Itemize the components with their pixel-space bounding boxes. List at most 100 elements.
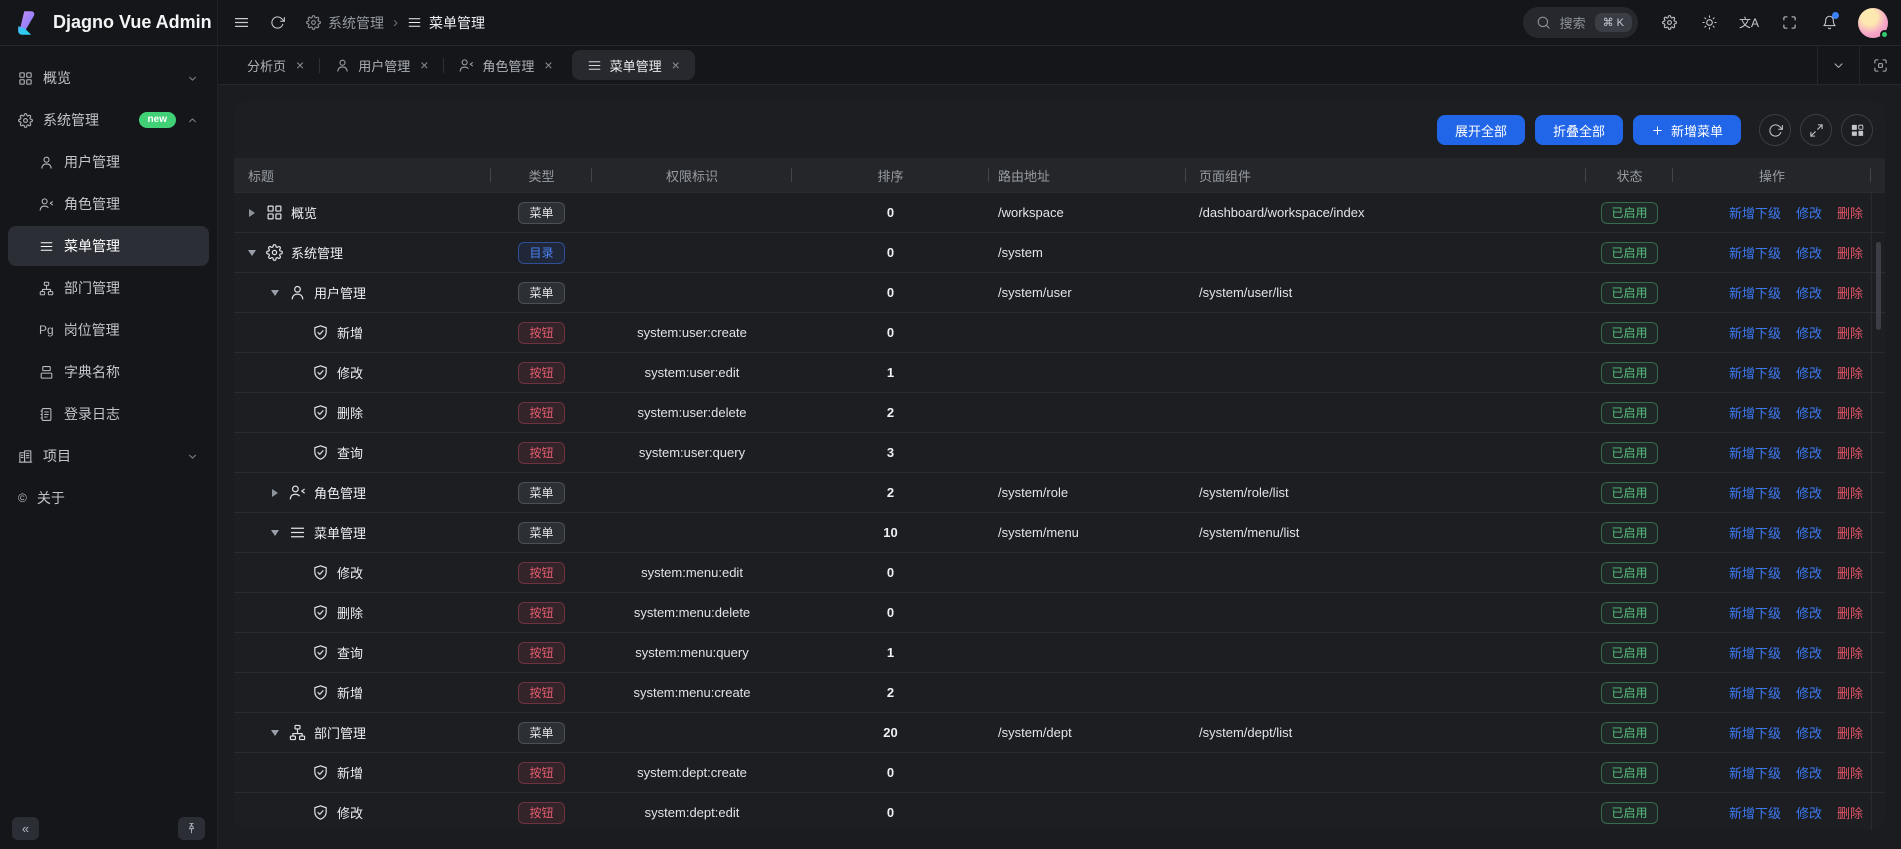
action-edit-link[interactable]: 修改 — [1796, 523, 1822, 542]
tree-caret-down-icon[interactable] — [246, 250, 258, 256]
page-refresh-button[interactable] — [260, 6, 294, 40]
action-delete-link[interactable]: 删除 — [1837, 283, 1863, 302]
action-edit-link[interactable]: 修改 — [1796, 323, 1822, 342]
action-delete-link[interactable]: 删除 — [1837, 483, 1863, 502]
fullscreen-table-button[interactable] — [1800, 114, 1832, 146]
action-delete-link[interactable]: 删除 — [1837, 763, 1863, 782]
tree-caret-down-icon[interactable] — [269, 530, 281, 536]
settings-button[interactable] — [1652, 6, 1686, 40]
action-add-child-link[interactable]: 新增下级 — [1729, 283, 1781, 302]
tab-list-dropdown-button[interactable] — [1817, 46, 1859, 84]
action-delete-link[interactable]: 删除 — [1837, 563, 1863, 582]
table-scrollbar-thumb[interactable] — [1876, 242, 1881, 330]
sidebar-item-about[interactable]: ©关于 — [8, 478, 209, 518]
tab-close-icon[interactable]: × — [420, 57, 428, 73]
tab-close-icon[interactable]: × — [544, 57, 552, 73]
breadcrumb-current[interactable]: 菜单管理 — [407, 13, 485, 33]
action-add-child-link[interactable]: 新增下级 — [1729, 643, 1781, 662]
action-add-child-link[interactable]: 新增下级 — [1729, 523, 1781, 542]
cell-sort: 2 — [792, 393, 989, 432]
app-header: Djagno Vue Admin 系统管理 › 菜单管理 搜索 ⌘ K 文A — [0, 0, 1901, 46]
action-edit-link[interactable]: 修改 — [1796, 643, 1822, 662]
sidebar-item-dictionary[interactable]: 字典名称 — [8, 352, 209, 392]
action-add-child-link[interactable]: 新增下级 — [1729, 723, 1781, 742]
tab-analysis[interactable]: 分析页× — [232, 46, 319, 84]
action-delete-link[interactable]: 删除 — [1837, 363, 1863, 382]
sidebar-item-menus[interactable]: 菜单管理 — [8, 226, 209, 266]
language-button[interactable]: 文A — [1732, 6, 1766, 40]
tab-users[interactable]: 用户管理× — [320, 46, 443, 84]
action-add-child-link[interactable]: 新增下级 — [1729, 763, 1781, 782]
sidebar-item-overview[interactable]: 概览 — [8, 58, 209, 98]
action-delete-link[interactable]: 删除 — [1837, 323, 1863, 342]
action-edit-link[interactable]: 修改 — [1796, 763, 1822, 782]
action-delete-link[interactable]: 删除 — [1837, 643, 1863, 662]
action-edit-link[interactable]: 修改 — [1796, 803, 1822, 822]
tree-caret-right-icon[interactable] — [269, 489, 281, 497]
sidebar-item-departments[interactable]: 部门管理 — [8, 268, 209, 308]
tree-caret-right-icon[interactable] — [246, 209, 258, 217]
action-add-child-link[interactable]: 新增下级 — [1729, 683, 1781, 702]
sidebar-collapse-button[interactable]: « — [12, 817, 39, 840]
action-edit-link[interactable]: 修改 — [1796, 603, 1822, 622]
sidebar-item-system[interactable]: 系统管理new — [8, 100, 209, 140]
sidebar-item-positions[interactable]: Pg岗位管理 — [8, 310, 209, 350]
action-edit-link[interactable]: 修改 — [1796, 203, 1822, 222]
user-avatar[interactable] — [1858, 8, 1888, 38]
sidebar-item-roles[interactable]: 角色管理 — [8, 184, 209, 224]
sidebar-item-projects[interactable]: 项目 — [8, 436, 209, 476]
cell-sort: 0 — [792, 273, 989, 312]
action-edit-link[interactable]: 修改 — [1796, 683, 1822, 702]
action-delete-link[interactable]: 删除 — [1837, 603, 1863, 622]
refresh-table-button[interactable] — [1759, 114, 1791, 146]
tab-menus[interactable]: 菜单管理× — [572, 50, 695, 80]
expand-all-button[interactable]: 展开全部 — [1437, 115, 1525, 145]
tree-caret-down-icon[interactable] — [269, 730, 281, 736]
action-delete-link[interactable]: 删除 — [1837, 243, 1863, 262]
fullscreen-button[interactable] — [1772, 6, 1806, 40]
tab-roles[interactable]: 角色管理× — [444, 46, 567, 84]
tab-close-icon[interactable]: × — [296, 57, 304, 73]
sidebar-toggle-button[interactable] — [224, 6, 258, 40]
action-edit-link[interactable]: 修改 — [1796, 243, 1822, 262]
action-delete-link[interactable]: 删除 — [1837, 683, 1863, 702]
sidebar-item-login-logs[interactable]: 登录日志 — [8, 394, 209, 434]
action-delete-link[interactable]: 删除 — [1837, 443, 1863, 462]
action-edit-link[interactable]: 修改 — [1796, 283, 1822, 302]
notifications-button[interactable] — [1812, 6, 1846, 40]
action-delete-link[interactable]: 删除 — [1837, 723, 1863, 742]
action-edit-link[interactable]: 修改 — [1796, 403, 1822, 422]
action-edit-link[interactable]: 修改 — [1796, 363, 1822, 382]
sidebar-pin-button[interactable] — [178, 817, 205, 840]
cell-route — [989, 793, 1186, 830]
action-delete-link[interactable]: 删除 — [1837, 203, 1863, 222]
action-add-child-link[interactable]: 新增下级 — [1729, 403, 1781, 422]
action-add-child-link[interactable]: 新增下级 — [1729, 323, 1781, 342]
action-delete-link[interactable]: 删除 — [1837, 803, 1863, 822]
tab-close-icon[interactable]: × — [672, 57, 680, 73]
action-add-child-link[interactable]: 新增下级 — [1729, 603, 1781, 622]
action-add-child-link[interactable]: 新增下级 — [1729, 203, 1781, 222]
action-add-child-link[interactable]: 新增下级 — [1729, 443, 1781, 462]
action-add-child-link[interactable]: 新增下级 — [1729, 803, 1781, 822]
theme-toggle-button[interactable] — [1692, 6, 1726, 40]
column-settings-button[interactable] — [1841, 114, 1873, 146]
content-fullscreen-button[interactable] — [1859, 46, 1901, 84]
tree-caret-down-icon[interactable] — [269, 290, 281, 296]
action-add-child-link[interactable]: 新增下级 — [1729, 243, 1781, 262]
action-delete-link[interactable]: 删除 — [1837, 403, 1863, 422]
action-add-child-link[interactable]: 新增下级 — [1729, 563, 1781, 582]
action-delete-link[interactable]: 删除 — [1837, 523, 1863, 542]
sidebar-item-users[interactable]: 用户管理 — [8, 142, 209, 182]
action-add-child-link[interactable]: 新增下级 — [1729, 483, 1781, 502]
action-edit-link[interactable]: 修改 — [1796, 563, 1822, 582]
action-add-child-link[interactable]: 新增下级 — [1729, 363, 1781, 382]
add-menu-button[interactable]: 新增菜单 — [1633, 115, 1741, 145]
cell-sort: 2 — [792, 673, 989, 712]
action-edit-link[interactable]: 修改 — [1796, 723, 1822, 742]
search-input[interactable]: 搜索 ⌘ K — [1523, 7, 1638, 38]
action-edit-link[interactable]: 修改 — [1796, 443, 1822, 462]
action-edit-link[interactable]: 修改 — [1796, 483, 1822, 502]
breadcrumb-parent[interactable]: 系统管理 — [306, 13, 384, 33]
collapse-all-button[interactable]: 折叠全部 — [1535, 115, 1623, 145]
